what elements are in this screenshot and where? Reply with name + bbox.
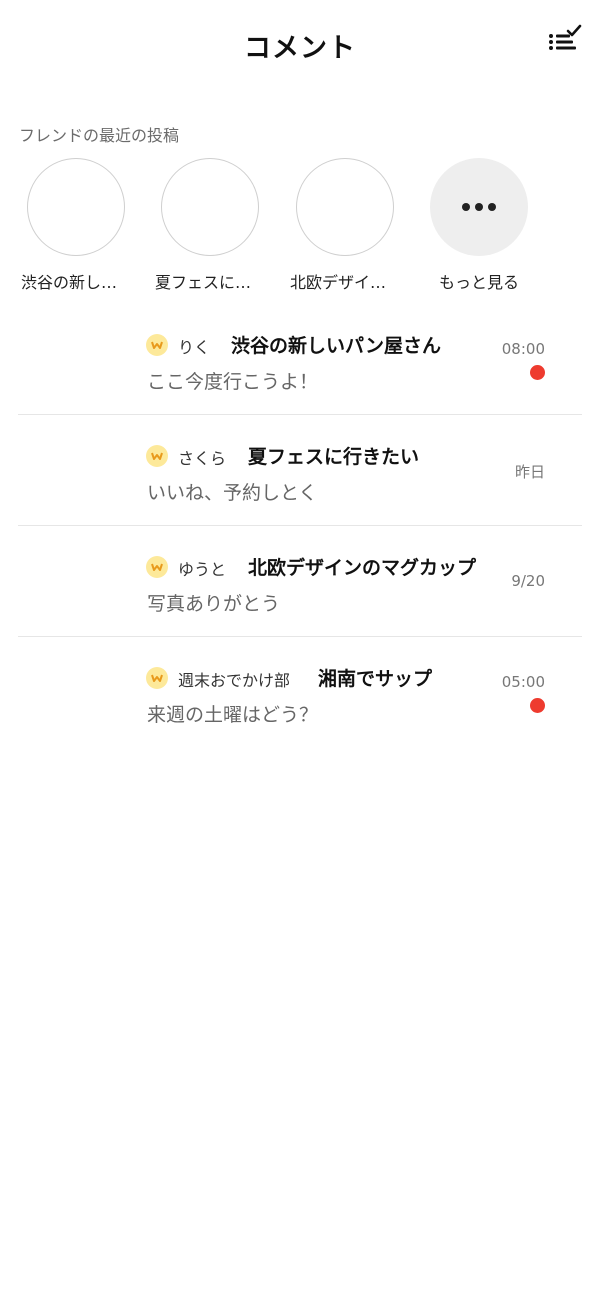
comment-text: 写真ありがとう (147, 593, 281, 615)
post-title: 夏フェスに行きたい (248, 446, 420, 468)
comment-row[interactable]: さくら 夏フェスに行きたい いいね、予約しとく 昨日 (18, 415, 582, 526)
comment-time: 昨日 (514, 463, 545, 481)
recent-posts-carousel: 渋谷の新しいパン屋さん 夏フェスに行きたい 北欧デザインのマグカップ もっと見る (0, 158, 600, 298)
more-posts-button[interactable]: もっと見る (414, 158, 544, 293)
comment-row[interactable]: りく 渋谷の新しいパン屋さん ここ今度行こうよ！ 08:00 (18, 304, 582, 415)
recent-post-item[interactable]: 夏フェスに行きたい (145, 158, 275, 293)
comment-time: 05:00 (501, 673, 545, 691)
more-dots-icon (430, 158, 528, 256)
comment-text: 来週の土曜はどう？ (147, 704, 319, 726)
recent-post-item[interactable]: 北欧デザインのマグカップ (280, 158, 410, 293)
comment-row[interactable]: ゆうと 北欧デザインのマグカップ 写真ありがとう 9/20 (18, 526, 582, 637)
recent-post-label: 夏フェスに行きたい (155, 273, 265, 292)
comment-username: さくら (178, 449, 227, 468)
post-thumbnail (296, 158, 394, 256)
page-title: コメント (244, 33, 356, 64)
comment-text: いいね、予約しとく (147, 482, 318, 504)
recent-posts-label: フレンドの最近の投稿 (19, 126, 180, 145)
user-badge-icon (146, 334, 168, 356)
post-thumbnail (161, 158, 259, 256)
post-thumbnail (27, 158, 125, 256)
comment-username: りく (178, 338, 211, 357)
recent-post-label: 渋谷の新しいパン屋さん (21, 273, 131, 292)
recent-post-item[interactable]: 渋谷の新しいパン屋さん (11, 158, 141, 293)
comment-time: 9/20 (511, 572, 545, 590)
user-badge-icon (146, 667, 168, 689)
list-check-icon[interactable] (546, 24, 582, 56)
post-title: 渋谷の新しいパン屋さん (231, 335, 441, 357)
user-badge-icon (146, 556, 168, 578)
comment-username: ゆうと (178, 560, 227, 579)
comments-screen: コメント フレンドの最近の投稿 渋谷の新しいパン屋さん 夏フェスに行きたい 北 (0, 0, 600, 1300)
comment-text: ここ今度行こうよ！ (147, 371, 319, 393)
comment-row[interactable]: 週末おでかけ部 湘南でサップ 来週の土曜はどう？ 05:00 (18, 637, 582, 748)
header: コメント (0, 0, 600, 88)
post-title: 湘南でサップ (318, 668, 433, 690)
more-posts-label: もっと見る (438, 273, 519, 292)
unread-dot (530, 698, 545, 713)
user-badge-icon (146, 445, 168, 467)
post-title: 北欧デザインのマグカップ (248, 557, 476, 579)
recent-post-label: 北欧デザインのマグカップ (290, 273, 400, 292)
unread-dot (530, 365, 545, 380)
comment-username: 週末おでかけ部 (178, 671, 291, 690)
comment-time: 08:00 (501, 340, 545, 358)
comment-list: りく 渋谷の新しいパン屋さん ここ今度行こうよ！ 08:00 さくら 夏フェスに… (18, 304, 582, 748)
